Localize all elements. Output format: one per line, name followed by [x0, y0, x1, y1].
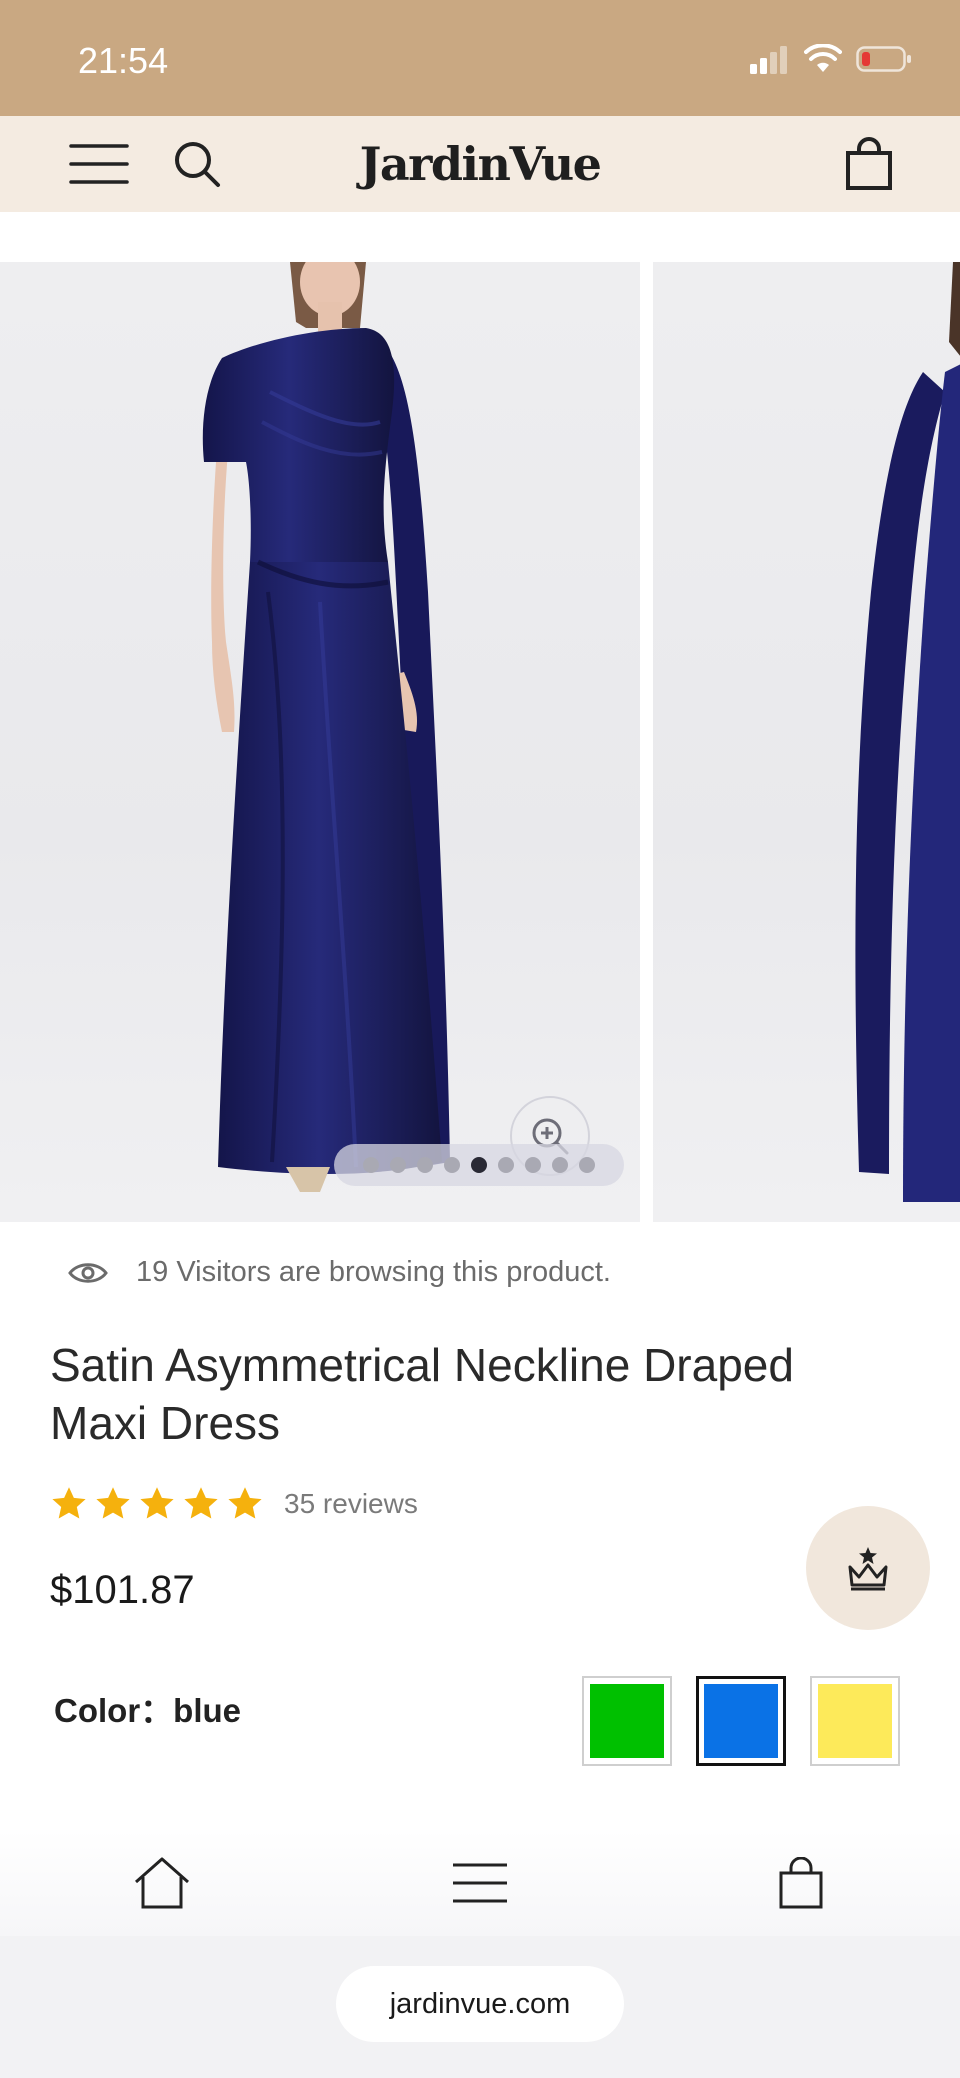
visitors-notice: 19 Visitors are browsing this product. [68, 1256, 611, 1289]
home-icon [135, 1857, 189, 1909]
nav-menu[interactable] [420, 1830, 540, 1936]
vip-button[interactable] [806, 1506, 930, 1630]
battery-icon [856, 44, 912, 79]
review-count[interactable]: 35 reviews [284, 1488, 418, 1520]
slide-dot[interactable] [471, 1157, 487, 1173]
browser-bar: jardinvue.com [0, 1936, 960, 2078]
star-icon [184, 1487, 218, 1519]
swatch-fill [704, 1684, 778, 1758]
menu-button[interactable] [62, 116, 136, 212]
dress-illustration-next [855, 262, 960, 1202]
dress-illustration [202, 262, 450, 1192]
color-value: blue [173, 1692, 242, 1729]
status-time: 21:54 [78, 40, 169, 81]
swatch-fill [818, 1684, 892, 1758]
star-rating [50, 1486, 264, 1522]
signal-icon [750, 44, 790, 79]
color-label: Color：blue [54, 1692, 242, 1729]
visitors-text: 19 Visitors are browsing this product. [136, 1256, 611, 1288]
slide-indicator[interactable] [334, 1144, 624, 1186]
address-bar[interactable]: jardinvue.com [336, 1966, 624, 2042]
nav-cart[interactable] [741, 1830, 861, 1936]
shopping-bag-icon [846, 137, 892, 190]
swatch-green[interactable] [582, 1676, 672, 1766]
logo-text: JardinVue [359, 137, 602, 191]
product-image-next[interactable] [653, 262, 960, 1222]
product-image-main[interactable] [0, 262, 640, 1222]
product-gallery[interactable] [0, 262, 960, 1222]
slide-dot[interactable] [363, 1157, 379, 1173]
menu-icon [453, 1863, 507, 1903]
product-rating[interactable]: 35 reviews [50, 1486, 418, 1522]
site-header: JardinVue [0, 116, 960, 212]
cart-button[interactable] [836, 116, 902, 212]
star-icon [96, 1487, 130, 1519]
search-button[interactable] [166, 116, 228, 212]
product-price: $101.87 [50, 1568, 195, 1612]
swatch-fill [590, 1684, 664, 1758]
nav-home[interactable] [102, 1830, 222, 1936]
crown-icon [848, 1547, 888, 1591]
swatch-blue[interactable] [696, 1676, 786, 1766]
hamburger-icon [69, 144, 129, 184]
logo[interactable]: JardinVue [330, 116, 630, 212]
slide-dot[interactable] [525, 1157, 541, 1173]
slide-dot[interactable] [579, 1157, 595, 1173]
star-icon [52, 1487, 86, 1519]
slide-dot[interactable] [498, 1157, 514, 1173]
product-title: Satin Asymmetrical Neckline Draped Maxi … [50, 1339, 794, 1449]
slide-dot[interactable] [390, 1157, 406, 1173]
eye-icon [68, 1262, 108, 1283]
status-bar: 21:54 [0, 0, 960, 116]
search-icon [175, 142, 220, 187]
bottom-nav [0, 1830, 960, 1936]
star-icon [228, 1487, 262, 1519]
bag-icon [779, 1857, 823, 1909]
wifi-icon [804, 42, 842, 79]
star-icon [140, 1487, 174, 1519]
swatch-yellow[interactable] [810, 1676, 900, 1766]
status-icons [750, 42, 912, 79]
color-swatches [582, 1676, 900, 1766]
slide-dot[interactable] [552, 1157, 568, 1173]
slide-dot[interactable] [444, 1157, 460, 1173]
slide-dot[interactable] [417, 1157, 433, 1173]
url-text: jardinvue.com [389, 1987, 571, 2020]
